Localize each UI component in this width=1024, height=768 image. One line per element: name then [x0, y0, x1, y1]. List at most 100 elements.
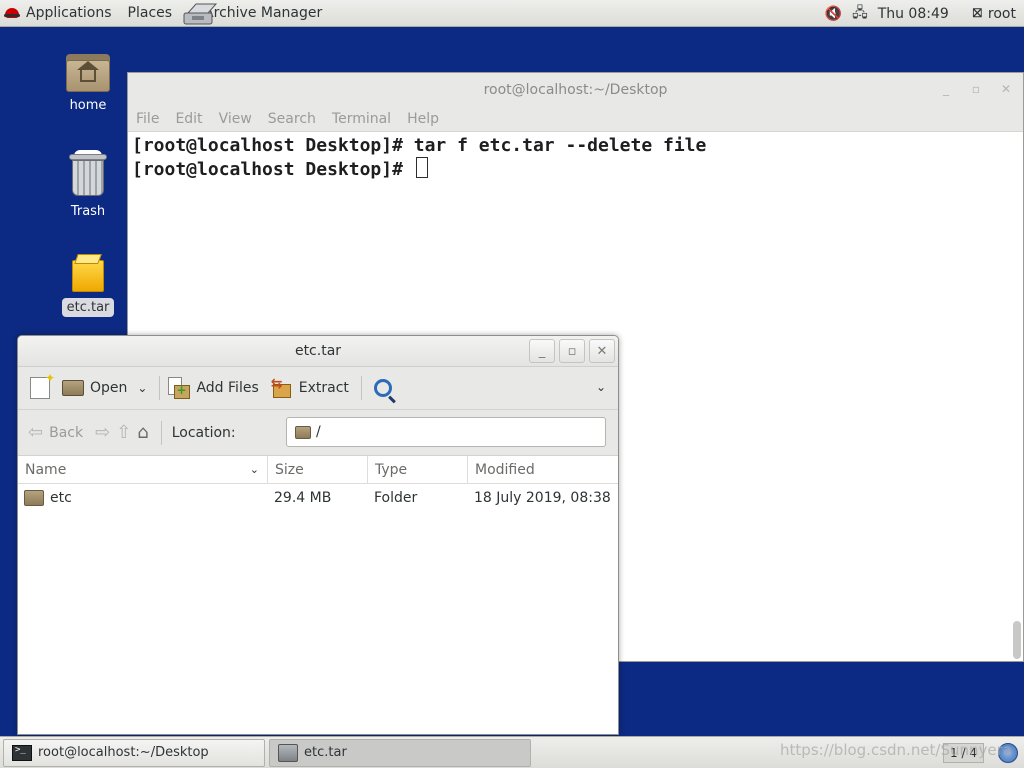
trash-icon [68, 150, 108, 198]
add-files-label: Add Files [196, 380, 259, 396]
column-name[interactable]: Name ⌄ [18, 455, 268, 484]
applications-label: Applications [26, 5, 112, 21]
location-field[interactable]: / [286, 417, 606, 447]
places-label: Places [127, 5, 173, 21]
column-type[interactable]: Type [368, 455, 468, 484]
location-label: Location: [171, 424, 236, 441]
text-cursor [415, 157, 428, 178]
extract-label: Extract [298, 380, 349, 396]
new-archive-button[interactable] [30, 371, 55, 399]
redhat-logo-icon [4, 5, 20, 21]
terminal-menubar: File Edit View Search Terminal Help [128, 106, 1023, 132]
applications-menu[interactable]: Applications [4, 0, 112, 27]
chevron-down-icon[interactable]: ⌄ [137, 381, 147, 395]
toolbar-divider [360, 376, 362, 400]
clock[interactable]: Thu 08:49 [878, 6, 949, 22]
find-button[interactable] [370, 379, 392, 397]
archive-manager-window[interactable]: etc.tar _ ▫ ✕ Open ⌄ + Add Files ⇆ Extra… [17, 335, 619, 735]
file-name: etc [50, 490, 72, 506]
column-size[interactable]: Size [268, 455, 368, 484]
menu-help[interactable]: Help [407, 111, 439, 127]
toolbar-divider [159, 376, 161, 400]
file-type: Folder [374, 490, 418, 506]
taskbar-terminal[interactable]: root@localhost:~/Desktop [3, 738, 265, 767]
add-files-icon: + [168, 377, 191, 399]
volume-icon[interactable]: 🔇 [825, 6, 842, 22]
terminal-icon [12, 744, 32, 761]
minimize-button[interactable]: _ [935, 79, 957, 99]
desktop-icon-label: home [69, 98, 107, 113]
new-document-icon [30, 371, 55, 399]
taskbar-archiver[interactable]: etc.tar [269, 738, 531, 767]
window-title: etc.tar [294, 343, 342, 359]
archive-manager-icon [183, 3, 218, 24]
desktop-icon-home[interactable]: home [48, 52, 128, 115]
menu-terminal[interactable]: Terminal [332, 111, 391, 127]
file-list-header: Name ⌄ Size Type Modified [18, 455, 618, 484]
file-size: 29.4 MB [274, 490, 332, 506]
toolbar-menu-chevron-icon[interactable]: ⌄ [596, 380, 606, 394]
folder-open-icon [62, 380, 84, 396]
open-button[interactable]: Open ⌄ [62, 380, 147, 396]
desktop-icon-label: etc.tar [61, 298, 115, 317]
places-menu[interactable]: Places [128, 0, 173, 27]
extract-icon: ⇆ [271, 376, 293, 398]
archiver-navbar: ⇦ Back ⇨ ⇧ ⌂ Location: / [18, 410, 618, 456]
column-label: Name [25, 461, 67, 478]
open-label: Open [90, 380, 128, 396]
terminal-titlebar[interactable]: root@localhost:~/Desktop _ ▫ ✕ [128, 73, 1023, 106]
active-app-label: Archive Manager [204, 5, 323, 21]
close-button[interactable]: ✕ [995, 79, 1017, 99]
archive-manager-icon [278, 743, 298, 762]
menu-file[interactable]: File [136, 111, 159, 127]
column-label: Size [275, 461, 304, 478]
archiver-titlebar[interactable]: etc.tar _ ▫ ✕ [18, 336, 618, 367]
home-icon[interactable]: ⌂ [137, 422, 148, 443]
navbar-divider [160, 420, 162, 445]
file-modified: 18 July 2019, 08:38 [474, 490, 611, 506]
minimize-button[interactable]: _ [529, 339, 555, 363]
active-app-menu[interactable]: Archive Manager [182, 0, 322, 27]
extract-button[interactable]: ⇆ Extract [271, 376, 349, 398]
folder-icon [295, 425, 311, 439]
menu-edit[interactable]: Edit [175, 111, 202, 127]
task-label: root@localhost:~/Desktop [38, 745, 209, 760]
maximize-button[interactable]: ▫ [965, 79, 987, 99]
home-folder-icon [66, 52, 110, 92]
tar-archive-icon [70, 252, 106, 294]
folder-icon [24, 490, 44, 506]
add-files-button[interactable]: + Add Files [168, 377, 259, 399]
menu-view[interactable]: View [219, 111, 252, 127]
column-label: Type [375, 461, 408, 478]
user-status-icon: ⛝ [972, 6, 982, 20]
desktop-icon-label: Trash [70, 204, 106, 219]
terminal-line: [root@localhost Desktop]# [132, 159, 414, 180]
back-button[interactable]: ⇦ Back [28, 422, 83, 443]
desktop-icon-trash[interactable]: Trash [48, 150, 128, 221]
terminal-line: [root@localhost Desktop]# tar f etc.tar … [132, 135, 707, 156]
user-label: root [987, 5, 1016, 22]
archiver-toolbar: Open ⌄ + Add Files ⇆ Extract [18, 367, 618, 410]
watermark: https://blog.csdn.net/Sunnyera [780, 741, 1012, 759]
network-icon[interactable]: 🖧 [852, 2, 868, 26]
close-button[interactable]: ✕ [589, 339, 615, 363]
terminal-scrollbar[interactable] [1013, 621, 1021, 659]
search-icon [373, 379, 392, 397]
desktop-icon-etc-tar[interactable]: etc.tar [48, 252, 128, 317]
task-label: etc.tar [304, 745, 347, 760]
menu-search[interactable]: Search [268, 111, 316, 127]
column-label: Modified [475, 461, 535, 478]
table-row[interactable]: etc 29.4 MB Folder 18 July 2019, 08:38 [18, 484, 618, 512]
top-panel: Applications Places Archive Manager 🔇 🖧 … [0, 0, 1024, 27]
back-arrow-icon: ⇦ [28, 422, 44, 443]
sort-chevron-icon: ⌄ [249, 463, 259, 476]
forward-arrow-icon[interactable]: ⇨ [95, 422, 110, 443]
up-arrow-icon[interactable]: ⇧ [116, 422, 131, 443]
window-title: root@localhost:~/Desktop [483, 81, 668, 98]
location-value: / [316, 424, 321, 440]
bottom-panel: root@localhost:~/Desktop etc.tar 1 / 4 h… [0, 736, 1024, 768]
user-menu[interactable]: ⛝ root [973, 0, 1016, 27]
maximize-button[interactable]: ▫ [559, 339, 585, 363]
column-modified[interactable]: Modified [468, 456, 618, 484]
back-label: Back [49, 424, 84, 441]
